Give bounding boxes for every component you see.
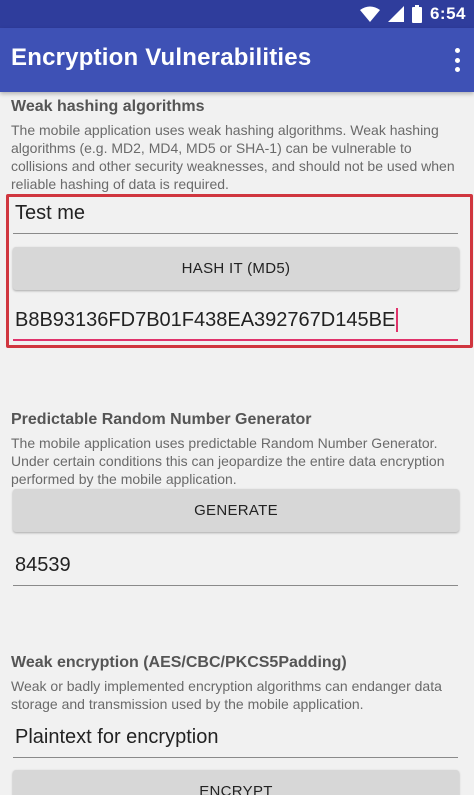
- status-time: 6:54: [429, 4, 466, 23]
- weak-hashing-title: Weak hashing algorithms: [11, 98, 205, 115]
- plaintext-input-field[interactable]: Plaintext for encryption: [13, 718, 458, 758]
- app-title: Encryption Vulnerabilities: [11, 44, 312, 71]
- weak-hashing-description: The mobile application uses weak hashing…: [11, 122, 455, 192]
- overflow-menu-icon[interactable]: [452, 46, 462, 74]
- prng-title: Predictable Random Number Generator: [11, 411, 312, 428]
- text-cursor: [396, 308, 399, 332]
- main-content: Weak hashing algorithms The mobile appli…: [0, 92, 474, 795]
- hash-output-field[interactable]: B8B93136FD7B01F438EA392767D145BE: [13, 301, 458, 341]
- hash-it-button[interactable]: HASH IT (MD5): [13, 247, 459, 290]
- weak-encryption-description: Weak or badly implemented encryption alg…: [11, 678, 442, 712]
- wifi-icon: [359, 6, 380, 22]
- weak-encryption-title: Weak encryption (AES/CBC/PKCS5Padding): [11, 654, 347, 671]
- status-bar: 6:54: [0, 0, 474, 28]
- hash-input-field[interactable]: Test me: [13, 194, 458, 234]
- encrypt-button[interactable]: ENCRYPT: [13, 770, 459, 795]
- random-number-field[interactable]: 84539: [13, 546, 458, 586]
- battery-icon: [411, 5, 422, 23]
- cellular-signal-icon: [387, 6, 404, 22]
- generate-button[interactable]: GENERATE: [13, 489, 459, 532]
- app-bar: Encryption Vulnerabilities: [0, 28, 474, 92]
- status-icons: 6:54: [359, 0, 466, 28]
- prng-description: The mobile application uses predictable …: [11, 435, 445, 487]
